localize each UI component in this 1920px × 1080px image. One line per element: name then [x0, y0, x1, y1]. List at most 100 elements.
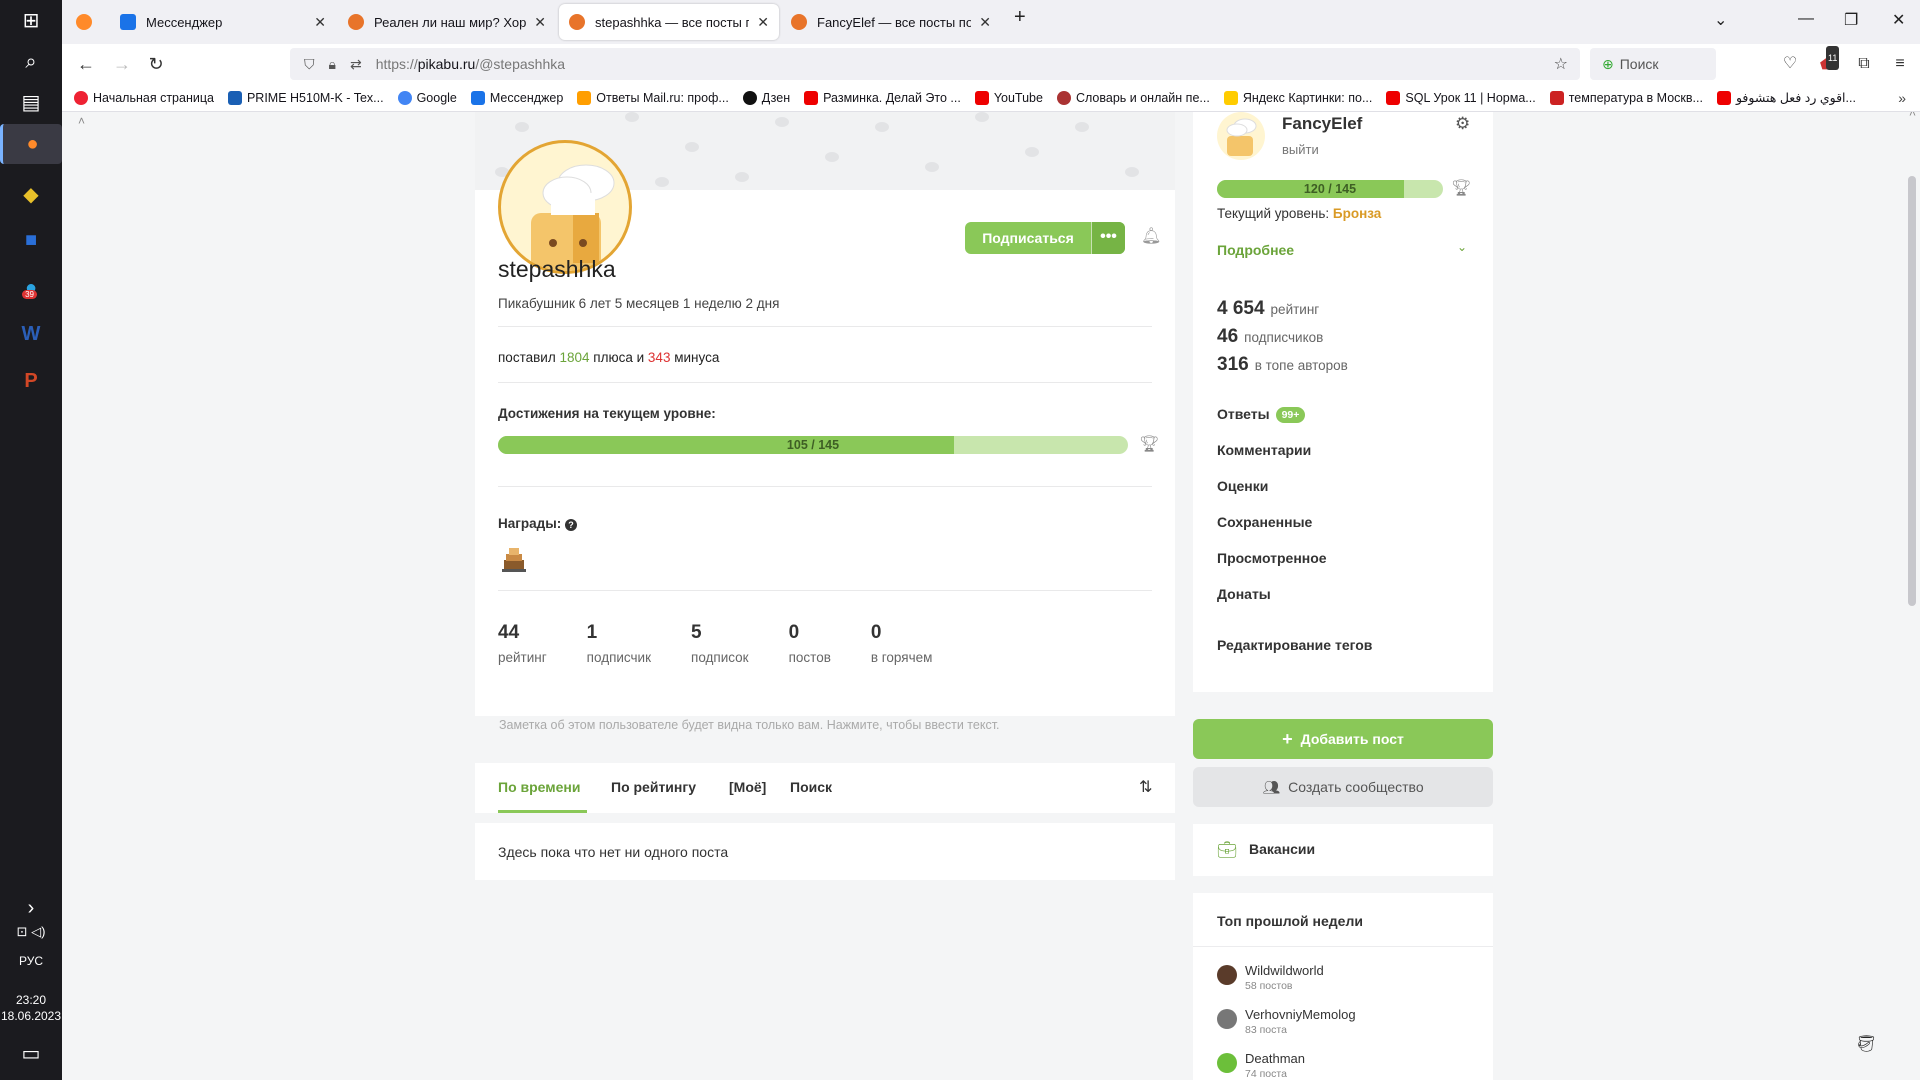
- bookmarks-overflow-icon[interactable]: »: [1898, 90, 1906, 106]
- menu-viewed[interactable]: Просмотренное: [1217, 550, 1327, 566]
- tab-list-icon[interactable]: ⌄: [1714, 10, 1727, 30]
- network-volume-icon[interactable]: ⊡ ◁): [15, 916, 47, 948]
- word-icon[interactable]: W: [15, 318, 47, 350]
- shield-icon[interactable]: ⛉: [304, 56, 315, 73]
- search-box[interactable]: ⊕ Поиск: [1590, 48, 1716, 80]
- minimize-icon[interactable]: —: [1798, 10, 1814, 28]
- restore-icon[interactable]: ❐: [1844, 10, 1858, 30]
- paint-bucket-icon[interactable]: 🪣︎: [1856, 1034, 1876, 1054]
- firefox-menu-icon[interactable]: [66, 4, 98, 40]
- edit-tags-link[interactable]: Редактирование тегов: [1217, 637, 1372, 653]
- bookmark-item[interactable]: Мессенджер: [470, 90, 563, 105]
- bookmark-item[interactable]: Яндекс Картинки: по...: [1223, 90, 1372, 105]
- lock-icon[interactable]: 🔒︎: [329, 56, 336, 73]
- windows-start-icon[interactable]: ⊞: [15, 4, 47, 36]
- award-cake-icon[interactable]: [500, 544, 528, 574]
- save-app-icon[interactable]: ■: [15, 224, 47, 256]
- stat-posts[interactable]: 0 постов: [789, 622, 831, 665]
- trophy-icon[interactable]: 🏆︎: [1139, 434, 1159, 454]
- logout-link[interactable]: выйти: [1282, 142, 1319, 157]
- clock-date[interactable]: 18.06.2023: [0, 1009, 62, 1023]
- close-tab-icon[interactable]: ✕: [757, 14, 769, 31]
- close-tab-icon[interactable]: ✕: [979, 14, 991, 31]
- menu-ratings[interactable]: Оценки: [1217, 478, 1268, 494]
- extensions-icon[interactable]: ⧉: [1852, 52, 1876, 76]
- bookmark-item[interactable]: Разминка. Делай Это ...: [804, 90, 961, 105]
- tab-by-rating[interactable]: По рейтингу: [611, 779, 696, 795]
- powerpoint-icon[interactable]: P: [15, 365, 47, 397]
- menu-answers[interactable]: Ответы 99+: [1217, 406, 1306, 424]
- bookmark-item[interactable]: Начальная страница: [74, 90, 214, 105]
- new-tab-icon[interactable]: +: [1014, 6, 1026, 29]
- top-week-title: Топ прошлой недели: [1217, 913, 1363, 929]
- sort-icon[interactable]: ⇅: [1139, 777, 1152, 797]
- tab-stepashhka[interactable]: stepashhka — все посты польз ✕: [559, 4, 779, 40]
- bookmark-item[interactable]: SQL Урок 11 | Норма...: [1386, 90, 1536, 105]
- bookmark-item[interactable]: Ответы Mail.ru: проф...: [577, 90, 729, 105]
- bookmark-item[interactable]: Дзен: [742, 90, 790, 105]
- vacancies-link[interactable]: Вакансии: [1249, 841, 1315, 857]
- stat-hot[interactable]: 0в горячем: [871, 622, 933, 665]
- tab-messenger[interactable]: Мессенджер ✕: [110, 4, 336, 40]
- sidebar-stat-subscribers[interactable]: 46 подписчиков: [1217, 326, 1323, 348]
- search-icon[interactable]: ⌕: [15, 46, 47, 78]
- tab-fancyelef[interactable]: FancyElef — все посты пользо ✕: [781, 4, 1001, 40]
- sidebar-avatar[interactable]: [1217, 112, 1265, 160]
- trophy-icon[interactable]: 🏆︎: [1451, 178, 1471, 198]
- bookmark-item[interactable]: PRIME H510M-K - Tex...: [227, 90, 384, 105]
- telegram-icon[interactable]: ● 39: [15, 272, 47, 304]
- bookmark-item[interactable]: اقوي رد فعل هتشوفو...: [1716, 90, 1856, 105]
- avatar[interactable]: [498, 140, 632, 274]
- scrollbar-thumb[interactable]: [1908, 176, 1916, 606]
- url-bar[interactable]: ⛉ 🔒︎ ⇄ https://pikabu.ru/@stepashhka ☆: [290, 48, 1580, 80]
- add-post-button[interactable]: + Добавить пост: [1193, 719, 1493, 759]
- tab-real-world[interactable]: Реален ли наш мир? Хороше ✕: [338, 4, 556, 40]
- bookmark-item[interactable]: Словарь и онлайн пе...: [1056, 90, 1210, 105]
- back-icon[interactable]: ←: [74, 52, 98, 76]
- reload-icon[interactable]: ↻: [144, 52, 168, 76]
- forward-icon[interactable]: →: [110, 52, 134, 76]
- tab-mine[interactable]: [Моё]: [729, 779, 766, 795]
- close-window-icon[interactable]: ✕: [1892, 10, 1905, 30]
- menu-donates[interactable]: Донаты: [1217, 586, 1271, 602]
- bookmark-star-icon[interactable]: ☆: [1554, 54, 1568, 74]
- sidebar-stat-top[interactable]: 316 в топе авторов: [1217, 354, 1348, 376]
- stat-subscribers[interactable]: 1 подписчик: [587, 622, 651, 665]
- bookmark-item[interactable]: YouTube: [974, 90, 1043, 105]
- clock-time[interactable]: 23:20: [0, 993, 62, 1007]
- tab-by-time[interactable]: По времени: [498, 779, 580, 795]
- tab-search[interactable]: Поиск: [790, 779, 832, 795]
- gear-icon[interactable]: ⚙: [1455, 114, 1470, 134]
- stat-subscriptions[interactable]: 5 подписок: [691, 622, 749, 665]
- firefox-icon[interactable]: ●: [0, 124, 62, 164]
- details-link[interactable]: Подробнее: [1217, 242, 1294, 258]
- close-tab-icon[interactable]: ✕: [314, 14, 326, 31]
- menu-comments[interactable]: Комментарии: [1217, 442, 1311, 458]
- menu-icon[interactable]: ≡: [1888, 52, 1912, 76]
- more-options-icon[interactable]: •••: [1091, 222, 1125, 254]
- scroll-up-icon[interactable]: ˄: [1909, 112, 1916, 120]
- task-view-icon[interactable]: ▤: [15, 86, 47, 118]
- app-icon[interactable]: ◆: [15, 178, 47, 210]
- help-icon[interactable]: ?: [565, 519, 577, 531]
- permissions-icon[interactable]: ⇄: [350, 56, 362, 73]
- menu-saved[interactable]: Сохраненные: [1217, 514, 1312, 530]
- sidebar-username[interactable]: FancyElef: [1282, 114, 1362, 134]
- achievements-progress-text: 105 / 145: [786, 438, 840, 452]
- language-indicator[interactable]: РУС: [0, 954, 62, 968]
- pocket-icon[interactable]: ♡: [1778, 52, 1802, 76]
- chevron-down-icon[interactable]: ⌄: [1457, 240, 1467, 254]
- subscribe-button[interactable]: Подписаться •••: [965, 222, 1125, 254]
- stat-rating[interactable]: 44 рейтинг: [498, 622, 547, 665]
- close-tab-icon[interactable]: ✕: [534, 14, 546, 31]
- bookmark-item[interactable]: Google: [397, 90, 457, 105]
- create-community-button[interactable]: 👥︎ Создать сообщество: [1193, 767, 1493, 807]
- notifications-icon[interactable]: ▭: [15, 1037, 47, 1069]
- bookmark-item[interactable]: температура в Москв...: [1549, 90, 1703, 105]
- extension-icon[interactable]: ⬟11: [1814, 46, 1840, 76]
- bell-icon[interactable]: 🔔︎: [1141, 226, 1161, 246]
- scrollbar[interactable]: ˄: [1904, 112, 1920, 1080]
- collapse-up-icon[interactable]: ˄: [78, 114, 85, 128]
- vacancies-card[interactable]: 💼︎ Вакансии: [1193, 824, 1493, 876]
- user-note[interactable]: Заметка об этом пользователе будет видна…: [499, 718, 1000, 732]
